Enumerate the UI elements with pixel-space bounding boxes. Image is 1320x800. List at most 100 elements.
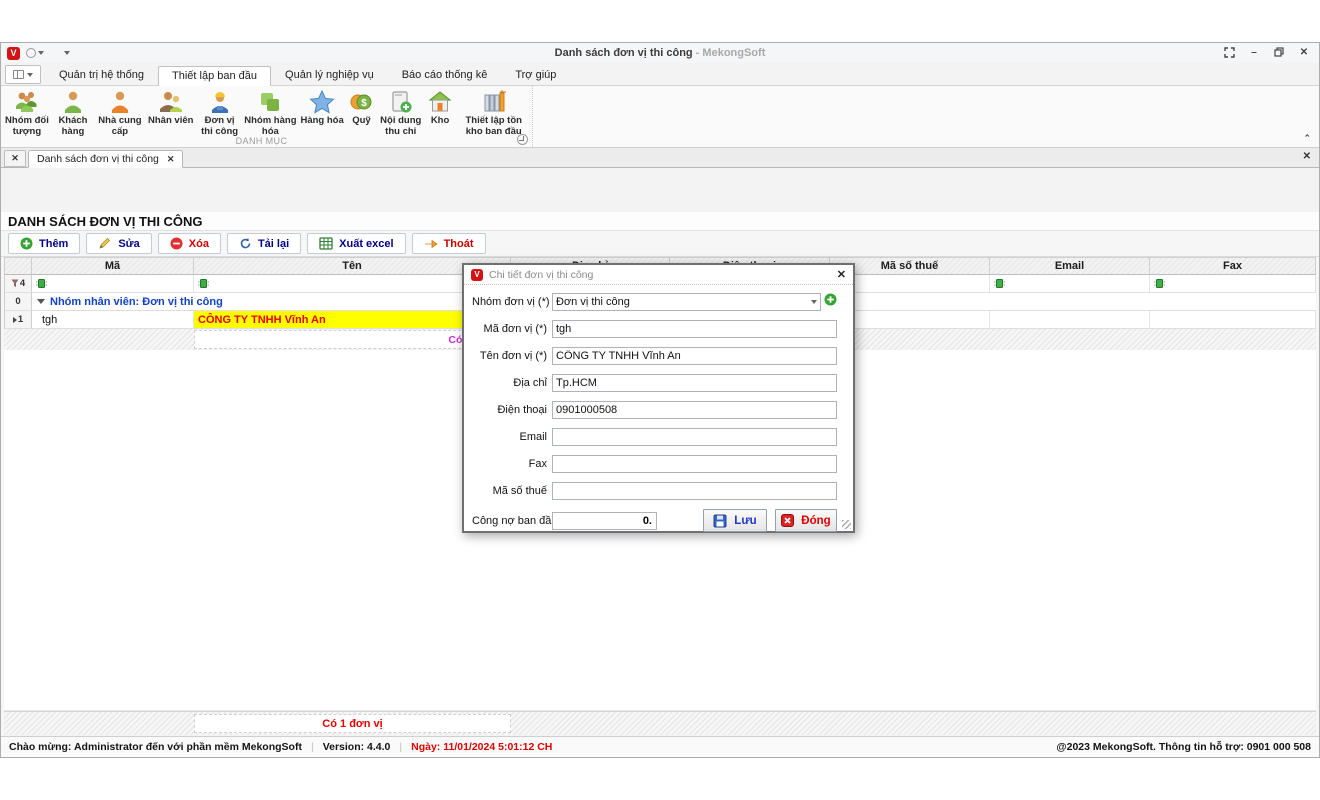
ribbon-item-nhan-vien[interactable]: Nhân viên: [145, 88, 197, 128]
tax-code-field[interactable]: [552, 482, 837, 500]
dialog-title-bar[interactable]: V Chi tiết đơn vị thi công ✕: [464, 265, 853, 285]
exit-button[interactable]: Thoát: [412, 233, 486, 254]
ribbon-item-label: Nhân viên: [148, 116, 193, 127]
email-field[interactable]: [552, 428, 837, 446]
column-header-email[interactable]: Email: [990, 257, 1150, 275]
quick-access-toolbar: V: [1, 47, 70, 60]
document-tab-active[interactable]: Danh sách đơn vị thi công ✕: [28, 150, 183, 168]
action-toolbar: Thêm Sửa Xóa Tải lại Xuất excel: [1, 231, 1319, 257]
save-button[interactable]: Lưu: [703, 509, 767, 532]
cell-email[interactable]: [990, 311, 1150, 329]
column-header-fax[interactable]: Fax: [1150, 257, 1316, 275]
combobox-value: Đơn vị thi công: [556, 296, 811, 308]
status-copyright: @2023 MekongSoft. Thông tin hỗ trợ: 0901…: [1056, 741, 1311, 753]
ribbon-tab-quan-ly-nghiep-vu[interactable]: Quản lý nghiệp vụ: [271, 65, 388, 85]
filter-cell-ma[interactable]: [32, 275, 194, 293]
ribbon-tab-tro-giup[interactable]: Trợ giúp: [501, 65, 570, 85]
opening-balance-field[interactable]: [552, 512, 657, 530]
status-bar: Chào mừng: Administrator đến với phần mề…: [1, 736, 1319, 757]
title-bar: V Danh sách đơn vị thi công - MekongSoft…: [1, 43, 1319, 63]
edit-icon: [98, 237, 112, 250]
restore-button[interactable]: [1272, 45, 1286, 59]
address-field[interactable]: [552, 374, 837, 392]
ribbon-item-nha-cung-cap[interactable]: Nhà cung cấp: [95, 88, 145, 138]
qat-customize-icon[interactable]: [64, 51, 70, 55]
close-all-tabs-button[interactable]: ✕: [4, 150, 26, 167]
fax-field[interactable]: [552, 455, 837, 473]
close-button[interactable]: ✕: [1297, 45, 1311, 59]
delete-button[interactable]: Xóa: [158, 233, 221, 254]
ribbon-item-label: Đơn vị thi công: [198, 116, 242, 137]
phone-field[interactable]: [552, 401, 837, 419]
initial-stock-icon: [481, 89, 507, 115]
window-layout-button[interactable]: [5, 65, 41, 84]
field-row-dien-thoai: Điện thoại: [472, 401, 837, 419]
qat-toggle-button[interactable]: [26, 48, 44, 58]
filter-cell-fax[interactable]: [1150, 275, 1316, 293]
ribbon-collapse-button[interactable]: ⌃: [1303, 133, 1311, 144]
page-title: DANH SÁCH ĐƠN VỊ THI CÔNG: [1, 212, 1319, 231]
tab-close-icon[interactable]: ✕: [167, 154, 175, 165]
unit-group-combobox[interactable]: Đơn vị thi công: [552, 293, 821, 311]
qat-circle-icon: [26, 48, 36, 58]
delete-icon: [170, 237, 183, 250]
close-red-icon: [781, 514, 794, 527]
chevron-down-icon: [27, 73, 33, 77]
field-label: Công nợ ban đầu: [472, 515, 552, 527]
document-tab-label: Danh sách đơn vị thi công: [37, 153, 159, 165]
group-collapse-icon[interactable]: [37, 299, 45, 304]
export-excel-button[interactable]: Xuất excel: [307, 233, 405, 254]
column-header-ma[interactable]: Mã: [32, 257, 194, 275]
ribbon-item-noi-dung-thu-chi[interactable]: Nội dung thu chi: [377, 88, 425, 138]
cell-ma[interactable]: tgh: [32, 311, 194, 329]
grid-corner-cell: [4, 257, 32, 275]
reload-button[interactable]: Tải lại: [227, 233, 301, 254]
unit-code-field[interactable]: [552, 320, 837, 338]
chevron-down-icon[interactable]: [811, 300, 817, 304]
restore-icon: [1274, 47, 1284, 57]
dialog-close-button[interactable]: ✕: [837, 268, 846, 281]
fullscreen-icon: [1224, 47, 1235, 58]
field-row-fax: Fax: [472, 455, 837, 473]
status-separator: |: [311, 741, 314, 753]
ribbon-tab-bao-cao-thong-ke[interactable]: Báo cáo thống kê: [388, 65, 502, 85]
ribbon-tab-bar: Quản trị hệ thống Thiết lập ban đầu Quản…: [1, 63, 1319, 86]
document-tab-bar: ✕ Danh sách đơn vị thi công ✕ ✕: [1, 148, 1319, 168]
unit-name-field[interactable]: [552, 347, 837, 365]
ribbon-item-thiet-lap-ton-kho[interactable]: Thiết lập tồn kho ban đầu: [455, 88, 532, 138]
add-button-label: Thêm: [39, 238, 68, 250]
ribbon-tab-thiet-lap-ban-dau[interactable]: Thiết lập ban đầu: [158, 66, 271, 86]
ribbon-item-khach-hang[interactable]: Khách hàng: [51, 88, 95, 138]
chevron-down-icon: [38, 51, 44, 55]
minimize-button[interactable]: –: [1247, 45, 1261, 59]
filter-row-indicator: 4: [4, 275, 32, 293]
customer-icon: [62, 89, 84, 115]
dialog-resize-grip[interactable]: [842, 520, 851, 529]
close-dialog-button[interactable]: Đóng: [775, 509, 837, 532]
dialog-body: Nhóm đơn vị (*) Đơn vị thi công Mã đơn v…: [464, 285, 853, 532]
add-button[interactable]: Thêm: [8, 233, 80, 254]
fund-icon: $: [349, 89, 373, 115]
field-label: Email: [472, 431, 552, 443]
cell-fax[interactable]: [1150, 311, 1316, 329]
window-title-suffix: - MekongSoft: [693, 47, 766, 59]
fullscreen-button[interactable]: [1222, 45, 1236, 59]
dialog-logo-icon: V: [471, 269, 483, 281]
dialog-title: Chi tiết đơn vị thi công: [489, 269, 831, 281]
edit-button-label: Sửa: [118, 238, 139, 250]
ribbon-item-label: Hàng hóa: [300, 116, 343, 127]
group-dialog-launcher-button[interactable]: [517, 134, 528, 145]
ribbon-item-kho[interactable]: Kho: [425, 88, 456, 128]
ribbon-item-don-vi-thi-cong[interactable]: Đơn vị thi công: [197, 88, 243, 138]
app-logo-icon[interactable]: V: [7, 47, 20, 60]
ribbon-item-quy[interactable]: $ Quỹ: [346, 88, 377, 128]
ribbon-item-nhom-hang-hoa[interactable]: Nhóm hàng hóa: [243, 88, 299, 138]
ribbon-item-nhom-doi-tuong[interactable]: Nhóm đối tượng: [3, 88, 51, 138]
add-unit-group-button[interactable]: [824, 293, 837, 311]
ribbon-tab-quan-tri-he-thong[interactable]: Quản trị hệ thống: [45, 65, 158, 85]
filter-cell-email[interactable]: [990, 275, 1150, 293]
close-document-button[interactable]: ✕: [1303, 151, 1311, 162]
ribbon-item-label: Nội dung thu chi: [378, 116, 424, 137]
edit-button[interactable]: Sửa: [86, 233, 151, 254]
ribbon-item-hang-hoa[interactable]: Hàng hóa: [298, 88, 346, 128]
